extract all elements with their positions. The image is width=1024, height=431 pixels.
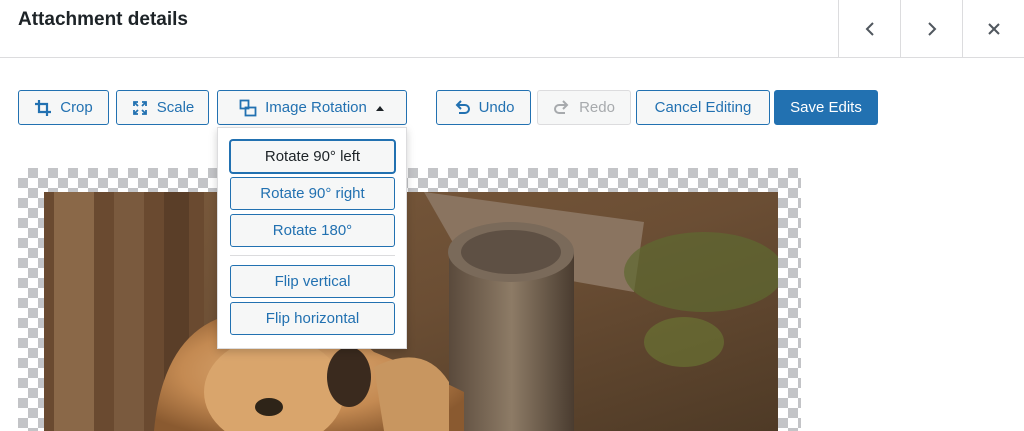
- redo-icon: [554, 99, 569, 114]
- page-title: Attachment details: [18, 9, 188, 30]
- crop-icon: [35, 99, 52, 116]
- rotation-icon: [239, 99, 257, 116]
- menu-divider: [230, 255, 395, 256]
- menu-item-rotate-180[interactable]: Rotate 180°: [230, 214, 395, 247]
- chevron-right-icon: [927, 21, 936, 36]
- crop-label: Crop: [60, 99, 93, 116]
- menu-item-rotate-90-left[interactable]: Rotate 90° left: [230, 140, 395, 173]
- redo-button[interactable]: Redo: [537, 90, 631, 125]
- close-icon: [987, 22, 1000, 35]
- modal-header: Attachment details: [0, 0, 1024, 58]
- scale-icon: [132, 100, 147, 115]
- caret-up-icon: [375, 105, 384, 111]
- scale-button[interactable]: Scale: [116, 90, 209, 125]
- undo-button[interactable]: Undo: [436, 90, 531, 125]
- close-button[interactable]: [962, 0, 1024, 57]
- save-edits-button[interactable]: Save Edits: [774, 90, 878, 125]
- lion-cub-photo: [44, 192, 778, 431]
- image-canvas[interactable]: [18, 168, 801, 431]
- image-rotation-label: Image Rotation: [265, 99, 367, 116]
- cancel-editing-label: Cancel Editing: [654, 99, 752, 116]
- menu-item-flip-horizontal[interactable]: Flip horizontal: [230, 302, 395, 335]
- undo-icon: [455, 99, 470, 114]
- image-rotation-menu: Rotate 90° left Rotate 90° right Rotate …: [217, 127, 407, 349]
- menu-item-rotate-90-right[interactable]: Rotate 90° right: [230, 177, 395, 210]
- image-rotation-button[interactable]: Image Rotation: [217, 90, 407, 125]
- menu-item-flip-vertical[interactable]: Flip vertical: [230, 265, 395, 298]
- chevron-left-icon: [865, 21, 874, 36]
- redo-label: Redo: [579, 99, 615, 116]
- save-edits-label: Save Edits: [790, 99, 862, 116]
- scale-label: Scale: [156, 99, 195, 116]
- undo-label: Undo: [478, 99, 515, 116]
- next-button[interactable]: [900, 0, 962, 57]
- edited-image: [44, 192, 778, 431]
- crop-button[interactable]: Crop: [18, 90, 109, 125]
- previous-button[interactable]: [838, 0, 900, 57]
- image-edit-toolbar: Crop Scale Image Rotation Undo Redo Canc…: [0, 90, 1024, 125]
- cancel-editing-button[interactable]: Cancel Editing: [636, 90, 770, 125]
